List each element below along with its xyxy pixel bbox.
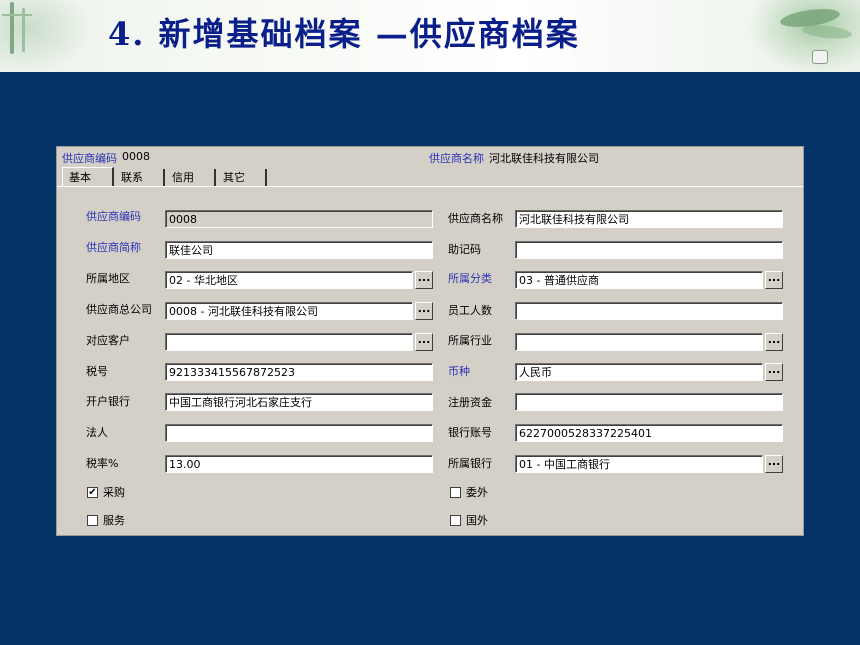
category-label: 所属分类 xyxy=(448,272,492,285)
account-field[interactable]: 6227000528337225401 xyxy=(515,424,783,442)
slide-header: 4. 新增基础档案 —供应商档案 xyxy=(0,0,860,72)
legal-person-field[interactable] xyxy=(165,424,433,442)
foreign-label: 国外 xyxy=(466,514,488,527)
bank-field[interactable]: 中国工商银行河北石家庄支行 xyxy=(165,393,433,411)
parent-company-browse-button[interactable]: ... xyxy=(415,302,433,320)
header-code-value: 0008 xyxy=(122,150,150,163)
tab-divider xyxy=(57,186,803,187)
mnemonic-label: 助记码 xyxy=(448,243,481,256)
leaf-shape xyxy=(801,23,853,41)
supplier-name-field[interactable]: 河北联佳科技有限公司 xyxy=(515,210,783,228)
region-browse-button[interactable]: ... xyxy=(415,271,433,289)
stem-shape xyxy=(2,14,32,16)
purchase-checkbox[interactable]: ✔ xyxy=(87,487,98,498)
short-name-field[interactable]: 联佳公司 xyxy=(165,241,433,259)
owning-bank-browse-button[interactable]: ... xyxy=(765,455,783,473)
industry-label: 所属行业 xyxy=(448,334,492,347)
currency-label: 币种 xyxy=(448,365,470,378)
supplier-code-field[interactable]: 0008 xyxy=(165,210,433,228)
tab-bar: 基本 联系 信用 其它 xyxy=(62,167,802,187)
header-name-value: 河北联佳科技有限公司 xyxy=(489,152,599,165)
tax-id-label: 税号 xyxy=(86,365,108,378)
service-checkbox[interactable] xyxy=(87,515,98,526)
currency-browse-button[interactable]: ... xyxy=(765,363,783,381)
account-label: 银行账号 xyxy=(448,426,492,439)
dialog-header: 供应商编码 0008 供应商名称 河北联佳科技有限公司 xyxy=(57,147,803,167)
capital-field[interactable] xyxy=(515,393,783,411)
supplier-code-label: 供应商编码 xyxy=(86,210,141,223)
owning-bank-label: 所属银行 xyxy=(448,457,492,470)
corner-logo-icon xyxy=(812,50,828,64)
foreign-checkbox[interactable] xyxy=(450,515,461,526)
industry-browse-button[interactable]: ... xyxy=(765,333,783,351)
parent-company-field[interactable]: 0008 - 河北联佳科技有限公司 xyxy=(165,302,413,320)
slide-title: 4. 新增基础档案 —供应商档案 xyxy=(108,15,580,53)
short-name-label: 供应商简称 xyxy=(86,241,141,254)
category-field[interactable]: 03 - 普通供应商 xyxy=(515,271,763,289)
header-name-label: 供应商名称 xyxy=(429,152,484,165)
legal-person-label: 法人 xyxy=(86,426,108,439)
lotus-decoration-right xyxy=(750,0,860,72)
tab-contact[interactable]: 联系 xyxy=(115,169,165,186)
parent-company-label: 供应商总公司 xyxy=(86,303,152,316)
outsource-label: 委外 xyxy=(466,486,488,499)
customer-label: 对应客户 xyxy=(86,334,130,347)
capital-label: 注册资金 xyxy=(448,396,492,409)
lotus-decoration-left xyxy=(0,0,90,72)
mnemonic-field[interactable] xyxy=(515,241,783,259)
customer-browse-button[interactable]: ... xyxy=(415,333,433,351)
category-browse-button[interactable]: ... xyxy=(765,271,783,289)
employees-field[interactable] xyxy=(515,302,783,320)
industry-field[interactable] xyxy=(515,333,763,351)
employees-label: 员工人数 xyxy=(448,304,492,317)
supplier-name-label: 供应商名称 xyxy=(448,212,503,225)
header-code-label: 供应商编码 xyxy=(62,152,117,165)
supplier-dialog: 供应商编码 0008 供应商名称 河北联佳科技有限公司 基本 联系 信用 其它 … xyxy=(56,146,804,536)
outsource-checkbox[interactable] xyxy=(450,487,461,498)
region-field[interactable]: 02 - 华北地区 xyxy=(165,271,413,289)
tab-credit[interactable]: 信用 xyxy=(166,169,216,186)
tax-rate-field[interactable]: 13.00 xyxy=(165,455,433,473)
tax-id-field[interactable]: 921333415567872523 xyxy=(165,363,433,381)
stem-shape xyxy=(10,2,14,54)
currency-field[interactable]: 人民币 xyxy=(515,363,763,381)
tab-other[interactable]: 其它 xyxy=(217,169,267,186)
region-label: 所属地区 xyxy=(86,272,130,285)
tax-rate-label: 税率% xyxy=(86,457,119,470)
tab-basic[interactable]: 基本 xyxy=(62,167,114,187)
service-label: 服务 xyxy=(103,514,125,527)
customer-field[interactable] xyxy=(165,333,413,351)
purchase-label: 采购 xyxy=(103,486,125,499)
bank-label: 开户银行 xyxy=(86,395,130,408)
owning-bank-field[interactable]: 01 - 中国工商银行 xyxy=(515,455,763,473)
